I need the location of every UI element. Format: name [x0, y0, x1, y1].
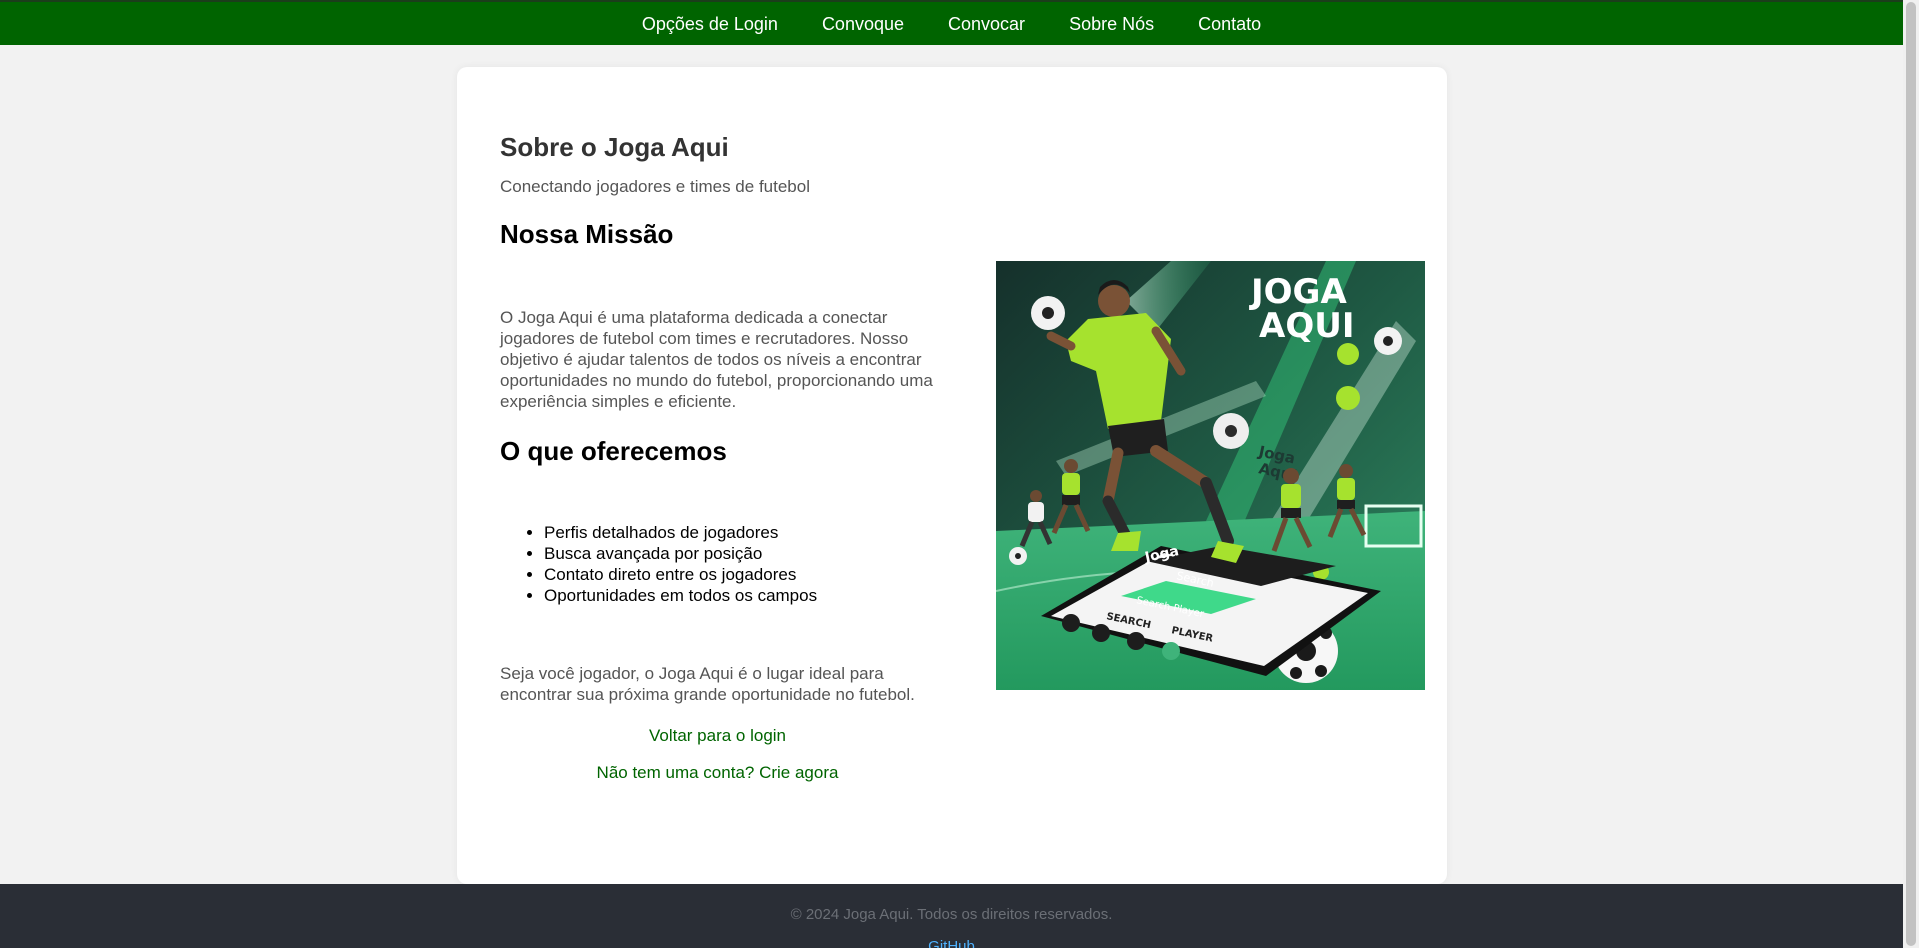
mission-text: O Joga Aqui é uma plataforma dedicada a … — [500, 308, 933, 411]
page: Opções de Login Convoque Convocar Sobre … — [0, 0, 1919, 948]
footer: © 2024 Joga Aqui. Todos os direitos rese… — [0, 884, 1903, 948]
offer-list: Perfis detalhados de jogadores Busca ava… — [500, 522, 935, 606]
hero-image: JOGA AQUI Joga Aqui Joga Search Search P… — [996, 261, 1425, 690]
nav-convocar[interactable]: Convocar — [948, 3, 1025, 45]
page-title: Sobre o Joga Aqui — [500, 132, 729, 162]
offer-heading: O que oferecemos — [500, 436, 727, 466]
create-account-link[interactable]: Não tem uma conta? Crie agora — [500, 762, 935, 783]
soccer-ball-icon — [1374, 327, 1402, 355]
nav-convoque[interactable]: Convoque — [822, 3, 904, 45]
mission-heading: Nossa Missão — [500, 219, 674, 249]
about-card: Sobre o Joga Aqui Conectando jogadores e… — [457, 67, 1447, 884]
scrollbar-thumb[interactable] — [1906, 2, 1916, 946]
soccer-ball-icon — [1213, 413, 1249, 449]
nav-contact[interactable]: Contato — [1198, 3, 1261, 45]
location-pin-icon — [1336, 386, 1360, 410]
nav-about-us[interactable]: Sobre Nós — [1069, 3, 1154, 45]
closing-text: Seja você jogador, o Joga Aqui é o lugar… — [500, 664, 915, 704]
back-to-login-link[interactable]: Voltar para o login — [500, 725, 935, 746]
hero-illustration: JOGA AQUI Joga Aqui Joga Search Search P… — [996, 261, 1425, 690]
soccer-ball-icon — [1009, 547, 1027, 565]
copyright-text: © 2024 Joga Aqui. Todos os direitos rese… — [790, 906, 1113, 923]
list-item: Contato direto entre os jogadores — [544, 564, 935, 585]
nav-login-options[interactable]: Opções de Login — [642, 3, 778, 45]
list-item: Perfis detalhados de jogadores — [544, 522, 935, 543]
list-item: Oportunidades em todos os campos — [544, 585, 935, 606]
vertical-scrollbar[interactable] — [1903, 0, 1919, 948]
soccer-ball-icon — [1031, 296, 1065, 330]
list-item: Busca avançada por posição — [544, 543, 935, 564]
page-subtitle: Conectando jogadores e times de futebol — [500, 177, 810, 196]
auth-links: Voltar para o login Não tem uma conta? C… — [500, 725, 935, 783]
top-navbar: Opções de Login Convoque Convocar Sobre … — [0, 0, 1903, 45]
hero-brand-line2: AQUI — [1259, 306, 1354, 346]
about-content: Sobre o Joga Aqui Conectando jogadores e… — [500, 132, 935, 783]
github-link[interactable]: GitHub — [0, 938, 1903, 948]
location-pin-icon — [1337, 343, 1359, 365]
